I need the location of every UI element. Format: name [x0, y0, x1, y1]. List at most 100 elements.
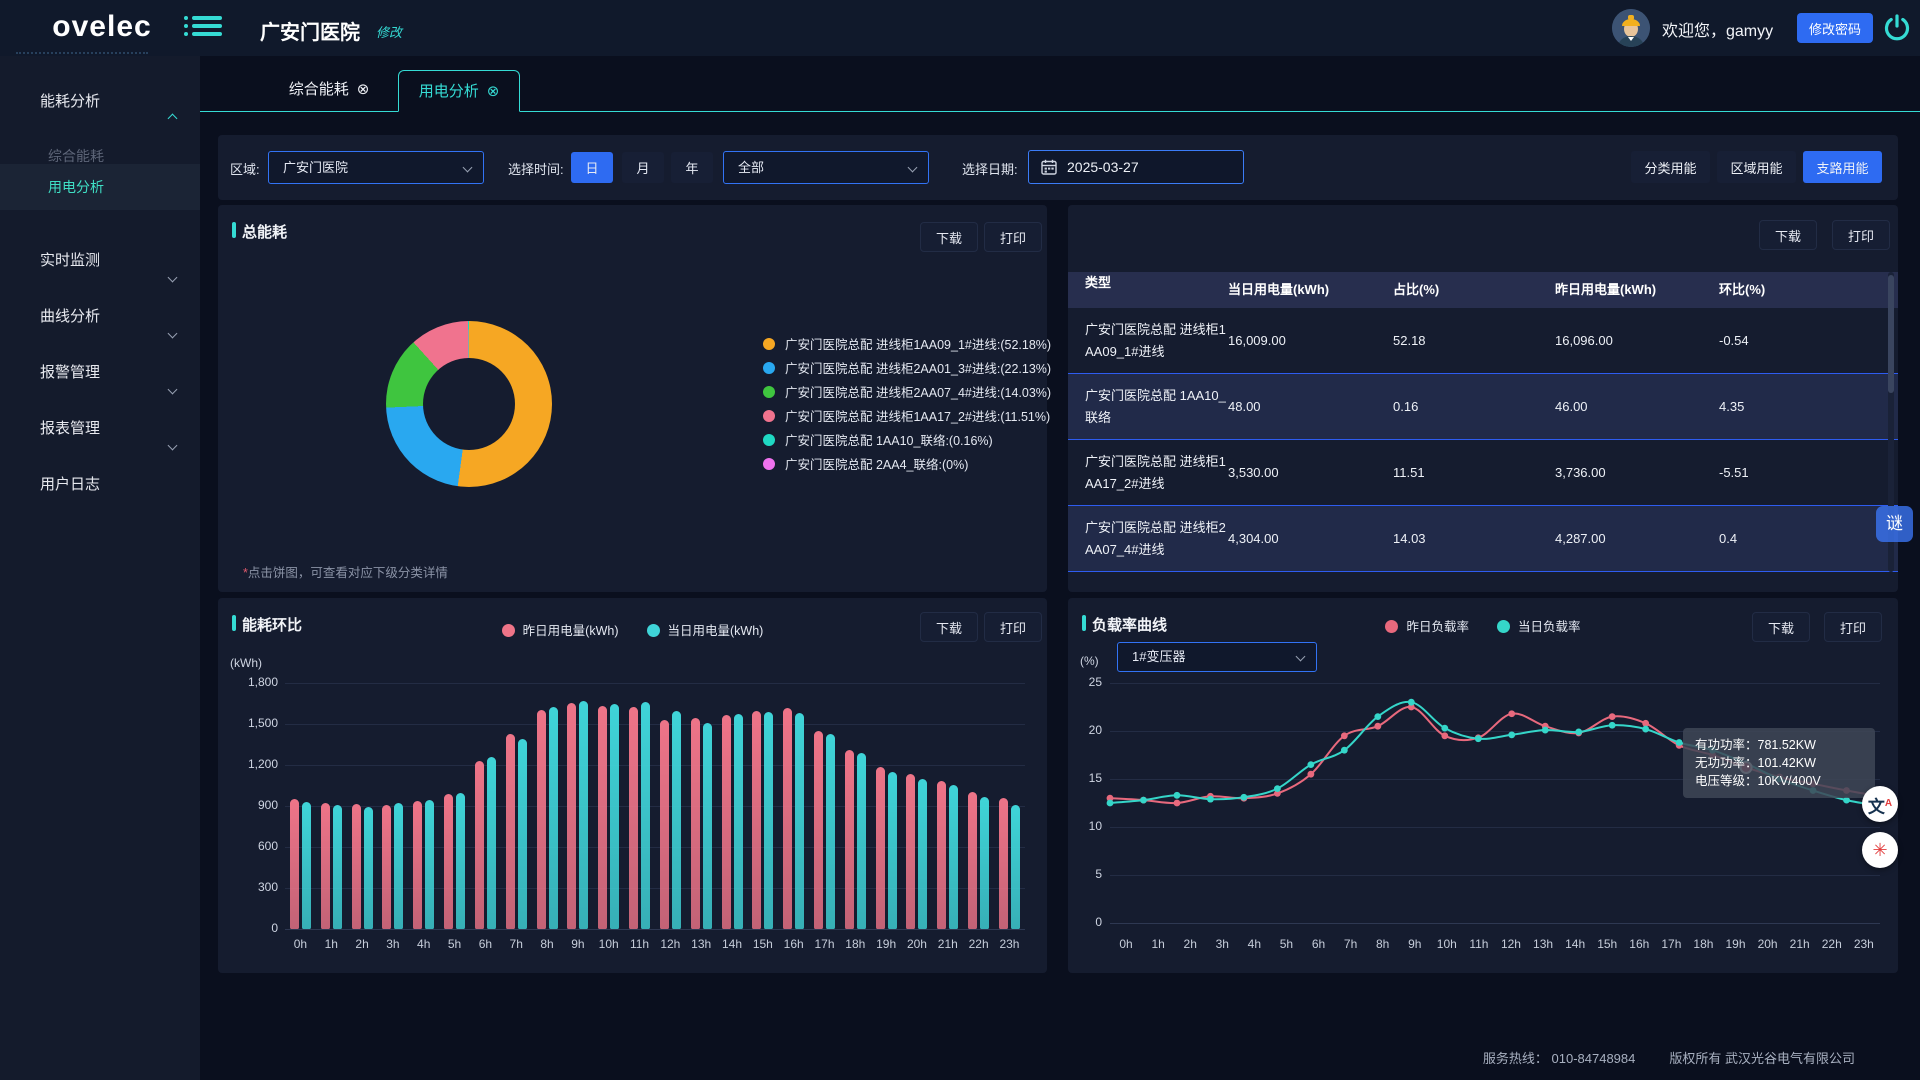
x-tick-label: 10h [1431, 937, 1463, 951]
change-password-button[interactable]: 修改密码 [1797, 13, 1873, 43]
print-button[interactable]: 打印 [1824, 612, 1882, 642]
pie-legend-item-5[interactable]: 广安门医院总配 1AA10_联络:(0.16%) [763, 429, 1051, 453]
sidebar-item-4[interactable]: 实时监测 [0, 241, 200, 281]
bar-group-1h[interactable] [316, 683, 347, 929]
tab-2[interactable]: 用电分析⊗ [398, 70, 520, 112]
y-tick-label: 600 [226, 839, 278, 853]
edit-title-link[interactable]: 修改 [376, 22, 402, 41]
sidebar-item-3[interactable]: 用电分析 [0, 164, 200, 210]
line-plot[interactable] [1110, 683, 1880, 923]
pie-legend-item-3[interactable]: 广安门医院总配 进线柜2AA07_4#进线:(14.03%) [763, 381, 1051, 405]
mode-button-2[interactable]: 区域用能 [1717, 151, 1796, 183]
download-button[interactable]: 下载 [1752, 612, 1810, 642]
table-cell: 广安门医院总配 进线柜2AA07_4#进线 [1068, 517, 1228, 561]
mode-button-1[interactable]: 分类用能 [1631, 151, 1710, 183]
sidebar-item-7[interactable]: 报表管理 [0, 409, 200, 449]
bar-group-14h[interactable] [717, 683, 748, 929]
x-tick-label: 23h [1848, 937, 1880, 951]
energy-pie-chart[interactable] [386, 321, 552, 487]
bar [537, 710, 546, 929]
sidebar-item-5[interactable]: 曲线分析 [0, 297, 200, 337]
legend-item-1[interactable]: 昨日用电量(kWh) [502, 620, 619, 639]
mode-button-3[interactable]: 支路用能 [1803, 151, 1882, 183]
legend-item-1[interactable]: 昨日负载率 [1385, 616, 1469, 635]
download-button[interactable]: 下载 [920, 612, 978, 642]
dictionary-float-icon[interactable]: 文A [1862, 786, 1898, 822]
tooltip-line: 无功功率：101.42KW [1695, 754, 1863, 772]
pie-legend-item-2[interactable]: 广安门医院总配 进线柜2AA01_3#进线:(22.13%) [763, 357, 1051, 381]
bar-plot[interactable] [285, 683, 1025, 929]
bar-group-9h[interactable] [562, 683, 593, 929]
pie-legend-item-6[interactable]: 广安门医院总配 2AA4_联络:(0%) [763, 453, 1051, 477]
legend-item-2[interactable]: 当日用电量(kWh) [647, 620, 764, 639]
area-select[interactable]: 广安门医院 [268, 151, 484, 184]
star-float-icon[interactable]: ✳ [1862, 832, 1898, 868]
translate-badge-icon[interactable]: 谜 [1876, 506, 1913, 542]
bar-group-18h[interactable] [840, 683, 871, 929]
y-tick-label: 1,200 [226, 757, 278, 771]
bar-group-16h[interactable] [778, 683, 809, 929]
bar-group-4h[interactable] [408, 683, 439, 929]
chevron-down-icon [463, 163, 473, 173]
print-button[interactable]: 打印 [1832, 220, 1890, 250]
scope-select[interactable]: 全部 [723, 151, 929, 184]
table-row-2[interactable]: 广安门医院总配 1AA10_联络48.000.1646.004.35 [1068, 374, 1898, 440]
x-tick-label: 12h [655, 937, 686, 951]
column-header: 当日用电量(kWh) [1228, 272, 1393, 308]
bar-group-7h[interactable] [501, 683, 532, 929]
transformer-select[interactable]: 1#变压器 [1117, 642, 1317, 672]
time-option-年[interactable]: 年 [671, 152, 713, 183]
bar-group-11h[interactable] [624, 683, 655, 929]
bar-group-6h[interactable] [470, 683, 501, 929]
bar-group-12h[interactable] [655, 683, 686, 929]
print-button[interactable]: 打印 [984, 222, 1042, 252]
bar-group-3h[interactable] [377, 683, 408, 929]
bar [444, 794, 453, 929]
column-header: 类型 [1068, 272, 1228, 308]
close-tab-icon[interactable]: ⊗ [487, 83, 500, 100]
avatar[interactable] [1612, 9, 1650, 47]
legend-dot-icon [763, 434, 775, 446]
bar-group-8h[interactable] [532, 683, 563, 929]
bar-group-10h[interactable] [593, 683, 624, 929]
bar-group-17h[interactable] [809, 683, 840, 929]
bar [999, 798, 1008, 929]
bar-group-5h[interactable] [439, 683, 470, 929]
legend-item-2[interactable]: 当日负载率 [1497, 616, 1581, 635]
chevron-down-icon [169, 425, 176, 465]
download-button[interactable]: 下载 [920, 222, 978, 252]
table-row-1[interactable]: 广安门医院总配 进线柜1AA09_1#进线16,009.0052.1816,09… [1068, 308, 1898, 374]
data-point [1341, 747, 1348, 754]
legend-label: 当日负载率 [1518, 620, 1581, 634]
logout-power-icon[interactable] [1882, 13, 1912, 43]
date-picker[interactable]: 2025-03-27 [1028, 150, 1244, 184]
bar-group-20h[interactable] [902, 683, 933, 929]
hamburger-menu-icon[interactable] [192, 16, 222, 40]
sidebar-item-6[interactable]: 报警管理 [0, 353, 200, 393]
bar-group-19h[interactable] [871, 683, 902, 929]
download-button[interactable]: 下载 [1759, 220, 1817, 250]
table-row-4[interactable]: 广安门医院总配 进线柜2AA07_4#进线4,304.0014.034,287.… [1068, 506, 1898, 572]
y-tick-label: 10 [1074, 819, 1102, 833]
time-option-月[interactable]: 月 [622, 152, 664, 183]
data-point [1475, 735, 1482, 742]
pie-legend-item-1[interactable]: 广安门医院总配 进线柜1AA09_1#进线:(52.18%) [763, 333, 1051, 357]
x-tick-label: 18h [840, 937, 871, 951]
bar-group-22h[interactable] [963, 683, 994, 929]
bar-group-15h[interactable] [747, 683, 778, 929]
bar-group-2h[interactable] [347, 683, 378, 929]
bar-group-0h[interactable] [285, 683, 316, 929]
sidebar-item-8[interactable]: 用户日志 [0, 465, 200, 505]
pie-legend-item-4[interactable]: 广安门医院总配 进线柜1AA17_2#进线:(11.51%) [763, 405, 1051, 429]
tab-1[interactable]: 综合能耗⊗ [270, 69, 388, 111]
time-option-日[interactable]: 日 [571, 152, 613, 183]
table-row-3[interactable]: 广安门医院总配 进线柜1AA17_2#进线3,530.0011.513,736.… [1068, 440, 1898, 506]
bar-group-23h[interactable] [994, 683, 1025, 929]
sidebar-item-label: 用户日志 [40, 476, 100, 493]
close-tab-icon[interactable]: ⊗ [357, 81, 370, 98]
bar-group-21h[interactable] [932, 683, 963, 929]
print-button[interactable]: 打印 [984, 612, 1042, 642]
sidebar-item-1[interactable]: 能耗分析 [0, 82, 200, 122]
bar [506, 734, 515, 929]
bar-group-13h[interactable] [686, 683, 717, 929]
